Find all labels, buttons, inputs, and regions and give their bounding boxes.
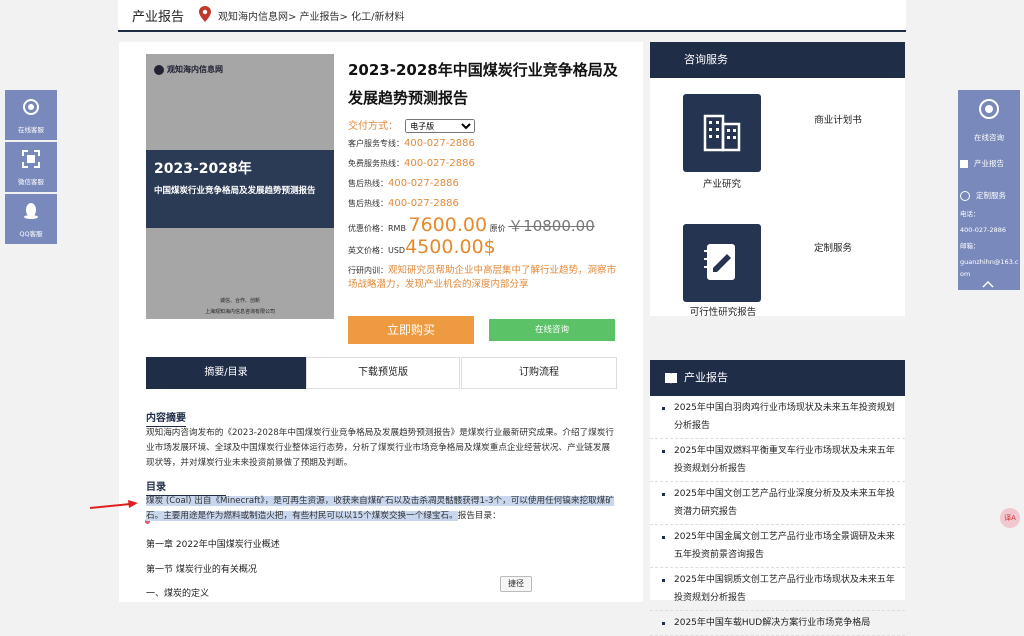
tab-bar: 摘要/目录 下载预览版 订购流程: [146, 357, 617, 389]
business-plan-label[interactable]: 商业计划书: [798, 112, 878, 126]
summary-heading: 内容摘要: [146, 409, 186, 427]
hotline-phone[interactable]: 400-027-2886: [388, 198, 459, 209]
cover-logo: 观知海内信息网: [154, 64, 223, 75]
chevron-up-icon[interactable]: [982, 280, 994, 288]
list-item[interactable]: 2025年中国双燃料平衡重叉车行业市场现状及未来五年投资规划分析报告: [650, 439, 905, 482]
selected-text[interactable]: 煤炭 (Coal) 出自《Minecraft》，是可再生资源，收获来自煤矿石以及…: [146, 496, 614, 521]
float-email-label: 邮箱：: [960, 242, 980, 250]
float-report-link[interactable]: 产业报告: [960, 158, 1020, 169]
building-icon: [703, 114, 741, 152]
english-price: 4500.00$: [405, 236, 496, 258]
toc-intro[interactable]: 煤炭 (Coal) 出自《Minecraft》，是可再生资源，收获来自煤矿石以及…: [146, 494, 616, 524]
reports-list: 2025年中国白羽肉鸡行业市场现状及未来五年投资规划分析报告 2025年中国双燃…: [650, 396, 905, 636]
breadcrumb[interactable]: 观知海内信息网> 产业报告> 化工/新材料: [218, 8, 404, 23]
screenshot-button[interactable]: 捷径: [500, 576, 532, 592]
float-phone-label: 电话：: [960, 210, 980, 218]
cover-title: 中国煤炭行业竞争格局及发展趋势预测报告: [154, 186, 316, 196]
discount-price-row: 优惠价格：RMB 7600.00 原价 ￥10800.00: [348, 214, 595, 236]
qq-service-label: QQ客服: [19, 230, 43, 238]
location-pin-icon: [199, 6, 211, 22]
left-float-bar: 在线客服 微信客服 QQ客服: [5, 90, 57, 246]
list-item[interactable]: 2025年中国文创工艺产品行业深度分析及及未来五年投资潜力研究报告: [650, 482, 905, 525]
headset-icon: [23, 99, 39, 115]
consult-header: 咨询服务: [650, 42, 905, 78]
wechat-service-label: 微信客服: [18, 178, 44, 186]
report-cover-image: 观知海内信息网 2023-2028年 中国煤炭行业竞争格局及发展趋势预测报告 诚…: [146, 54, 334, 319]
consult-panel: 咨询服务 产业研究 商业计划书 可行性研究报告 定制服务: [650, 42, 905, 318]
training-text: 观知研究员帮助企业中高层集中了解行业趋势，洞察市场战略潜力，发现产业机会的深度内…: [348, 265, 617, 290]
delivery-label: 交付方式：: [348, 121, 398, 132]
product-title: 2023-2028年中国煤炭行业竞争格局及发展趋势预测报告: [348, 61, 618, 107]
online-consult-button[interactable]: 在线咨询: [489, 319, 615, 341]
online-consult-float[interactable]: 在线咨询: [958, 90, 1020, 148]
toc-item[interactable]: 一、煤炭的定义: [146, 586, 209, 599]
toc-section[interactable]: 第一节 煤炭行业的有关概况: [146, 562, 257, 575]
right-float-bar: 在线咨询 产业报告 定制服务 电话： 400-027-2886 邮箱： guan…: [958, 90, 1020, 290]
doc-icon: [960, 160, 968, 168]
float-email[interactable]: guanzhihn@163.com: [960, 256, 1020, 280]
tab-summary-toc[interactable]: 摘要/目录: [146, 357, 306, 389]
hotline-row: 售后热线：400-027-2886: [348, 178, 459, 189]
scan-icon: [22, 150, 40, 168]
tab-order-process[interactable]: 订购流程: [461, 357, 617, 389]
translate-button[interactable]: 译A: [1000, 508, 1020, 528]
tab-download-preview[interactable]: 下载预览版: [306, 357, 460, 389]
discount-price: 7600.00: [408, 214, 488, 236]
arrow-annotation: [90, 500, 138, 509]
reports-panel: 产业报告 2025年中国白羽肉鸡行业市场现状及未来五年投资规划分析报告 2025…: [650, 360, 905, 636]
industry-research-tile[interactable]: [683, 94, 761, 172]
hotline-row: 售后热线：400-027-2886: [348, 198, 459, 209]
cover-year: 2023-2028年: [154, 161, 252, 177]
float-phone[interactable]: 400-027-2886: [960, 224, 1020, 236]
notebook-pen-icon: [704, 244, 735, 280]
top-bar: 产业报告 观知海内信息网> 产业报告> 化工/新材料: [118, 0, 906, 32]
custom-service-label[interactable]: 定制服务: [798, 240, 868, 254]
delivery-row: 交付方式： 电子版: [348, 117, 476, 133]
list-item[interactable]: 2025年中国金属文创工艺产品行业市场全景调研及未来五年投资前景咨询报告: [650, 525, 905, 568]
product-panel: 观知海内信息网 2023-2028年 中国煤炭行业竞争格局及发展趋势预测报告 诚…: [119, 42, 643, 602]
qq-service-button[interactable]: QQ客服: [5, 194, 57, 244]
gear-icon: [960, 191, 970, 201]
english-price-row: 英文价格：USD4500.00$: [348, 236, 496, 258]
training-row: 行研内训：观知研究员帮助企业中高层集中了解行业趋势，洞察市场战略潜力，发现产业机…: [348, 265, 617, 290]
summary-text: 观知海内咨询发布的《2023-2028年中国煤炭行业竞争格局及发展趋势预测报告》…: [146, 428, 614, 468]
cover-slogan: 诚信、合作、创新: [219, 298, 260, 304]
wechat-service-button[interactable]: 微信客服: [5, 142, 57, 192]
feasibility-label[interactable]: 可行性研究报告: [678, 304, 768, 318]
book-icon: [665, 373, 677, 384]
qq-icon: [24, 203, 38, 219]
online-service-button[interactable]: 在线客服: [5, 90, 57, 140]
online-service-label: 在线客服: [18, 126, 44, 134]
buy-now-button[interactable]: 立即购买: [348, 316, 474, 344]
cover-company: 上海观知海内信息咨询有限公司: [204, 309, 275, 315]
list-item[interactable]: 2025年中国车载HUD解决方案行业市场竞争格局: [650, 611, 905, 636]
list-item[interactable]: 2025年中国铜质文创工艺产品行业市场现状及未来五年投资规划分析报告: [650, 568, 905, 611]
hotline-row: 免费服务热线：400-027-2886: [348, 158, 475, 169]
hotline-phone[interactable]: 400-027-2886: [404, 158, 475, 169]
feasibility-tile[interactable]: [683, 224, 761, 302]
list-item[interactable]: 2025年中国白羽肉鸡行业市场现状及未来五年投资规划分析报告: [650, 396, 905, 439]
delivery-select[interactable]: 电子版: [405, 119, 476, 133]
reports-header: 产业报告: [650, 360, 905, 396]
hotline-phone[interactable]: 400-027-2886: [388, 178, 459, 189]
industry-research-label[interactable]: 产业研究: [683, 176, 761, 190]
hotline-row: 客户服务专线：400-027-2886: [348, 138, 475, 149]
headset-icon: [979, 99, 999, 119]
toc-chapter[interactable]: 第一章 2022年中国煤炭行业概述: [146, 537, 280, 550]
hotline-phone[interactable]: 400-027-2886: [404, 138, 475, 149]
float-custom-link[interactable]: 定制服务: [960, 190, 1020, 201]
top-bar-title: 产业报告: [132, 10, 185, 25]
original-price: ￥10800.00: [508, 217, 595, 235]
